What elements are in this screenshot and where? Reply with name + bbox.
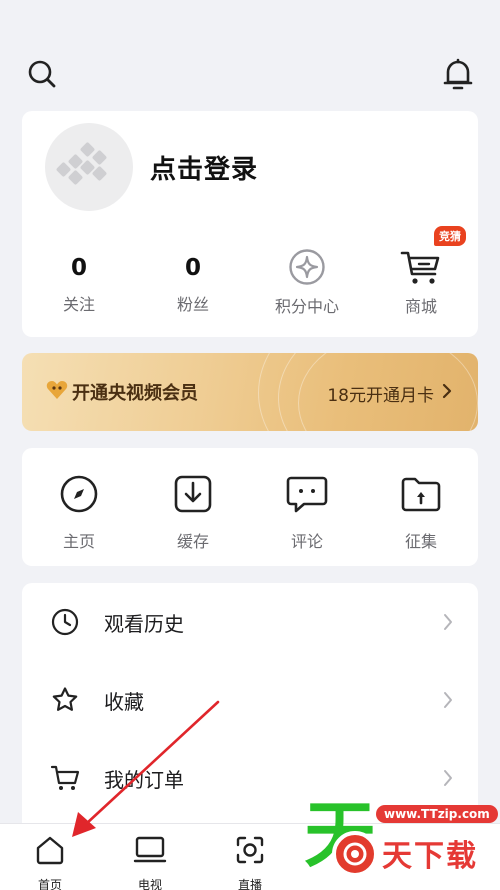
stat-fans[interactable]: 0 粉丝 (153, 251, 233, 315)
chevron-right-icon (442, 383, 452, 404)
login-prompt[interactable]: 点击登录 (150, 149, 258, 186)
star-icon (50, 685, 80, 715)
watermark-url: www.TTzip.com (376, 805, 498, 823)
points-center-label: 积分中心 (274, 297, 339, 316)
menu-item-watch-history[interactable]: 观看历史 (22, 583, 478, 661)
tab-tv[interactable]: 电视 (120, 832, 180, 890)
fans-count: 0 (184, 255, 201, 281)
stat-points-center[interactable]: 积分中心 (267, 249, 347, 317)
clock-icon (50, 607, 80, 637)
following-label: 关注 (62, 295, 95, 314)
shopping-cart-icon (381, 247, 461, 287)
chevron-right-icon (440, 690, 456, 710)
top-bar (0, 0, 500, 110)
tool-collection[interactable]: 征集 (381, 474, 461, 552)
vip-title-group: 开通央视频会员 (46, 379, 198, 405)
stat-mall[interactable]: 商城 (381, 251, 461, 317)
tool-comments[interactable]: 评论 (267, 474, 347, 552)
menu-item-label: 观看历史 (104, 611, 184, 636)
tab-home[interactable]: 首页 (20, 832, 80, 890)
tool-label: 评论 (290, 532, 323, 551)
points-diamond-icon (267, 247, 347, 287)
mall-label: 商城 (404, 297, 437, 316)
tab-live[interactable]: 直播 (220, 832, 280, 890)
compass-icon (39, 474, 119, 514)
tool-label: 缓存 (176, 532, 209, 551)
tab-label: 电视 (137, 878, 162, 890)
home-icon (20, 832, 80, 868)
stat-following[interactable]: 0 关注 (39, 251, 119, 315)
vip-title: 开通央视频会员 (72, 383, 198, 404)
vip-heart-icon (46, 380, 68, 404)
menu-item-label: 我的订单 (104, 767, 184, 792)
menu-item-favorites[interactable]: 收藏 (22, 661, 478, 739)
upload-folder-icon (381, 474, 461, 514)
tool-homepage[interactable]: 主页 (39, 474, 119, 552)
chevron-right-icon (440, 768, 456, 788)
following-count: 0 (70, 255, 87, 281)
tools-card: 主页 缓存 评论 征集 (22, 448, 478, 566)
guess-badge: 竞猜 (434, 226, 466, 246)
search-icon[interactable] (22, 54, 62, 94)
vip-action-label: 18元开通月卡 (327, 386, 434, 406)
tab-label: 首页 (37, 878, 62, 890)
vip-banner[interactable]: 开通央视频会员 18元开通月卡 (22, 353, 478, 431)
download-icon (153, 474, 233, 514)
tab-label: 直播 (237, 878, 262, 890)
vip-monthly-card-link[interactable]: 18元开通月卡 (327, 381, 452, 406)
tool-label: 主页 (62, 532, 95, 551)
menu-item-label: 收藏 (104, 689, 144, 714)
watermark-text: 天下载 (382, 839, 478, 874)
tool-label: 征集 (404, 532, 437, 551)
chevron-right-icon (440, 612, 456, 632)
avatar[interactable] (45, 123, 133, 211)
live-icon (220, 832, 280, 868)
watermark-logo-icon (332, 831, 378, 877)
tv-icon (120, 832, 180, 868)
bell-icon[interactable] (438, 54, 478, 94)
profile-card: 点击登录 0 关注 0 粉丝 积分中心 商城 竞猜 (22, 111, 478, 337)
cart-icon (50, 763, 80, 793)
tool-cache[interactable]: 缓存 (153, 474, 233, 552)
site-watermark: 天 www.TTzip.com 天下载 (302, 795, 500, 890)
comment-icon (267, 474, 347, 514)
fans-label: 粉丝 (176, 295, 209, 314)
